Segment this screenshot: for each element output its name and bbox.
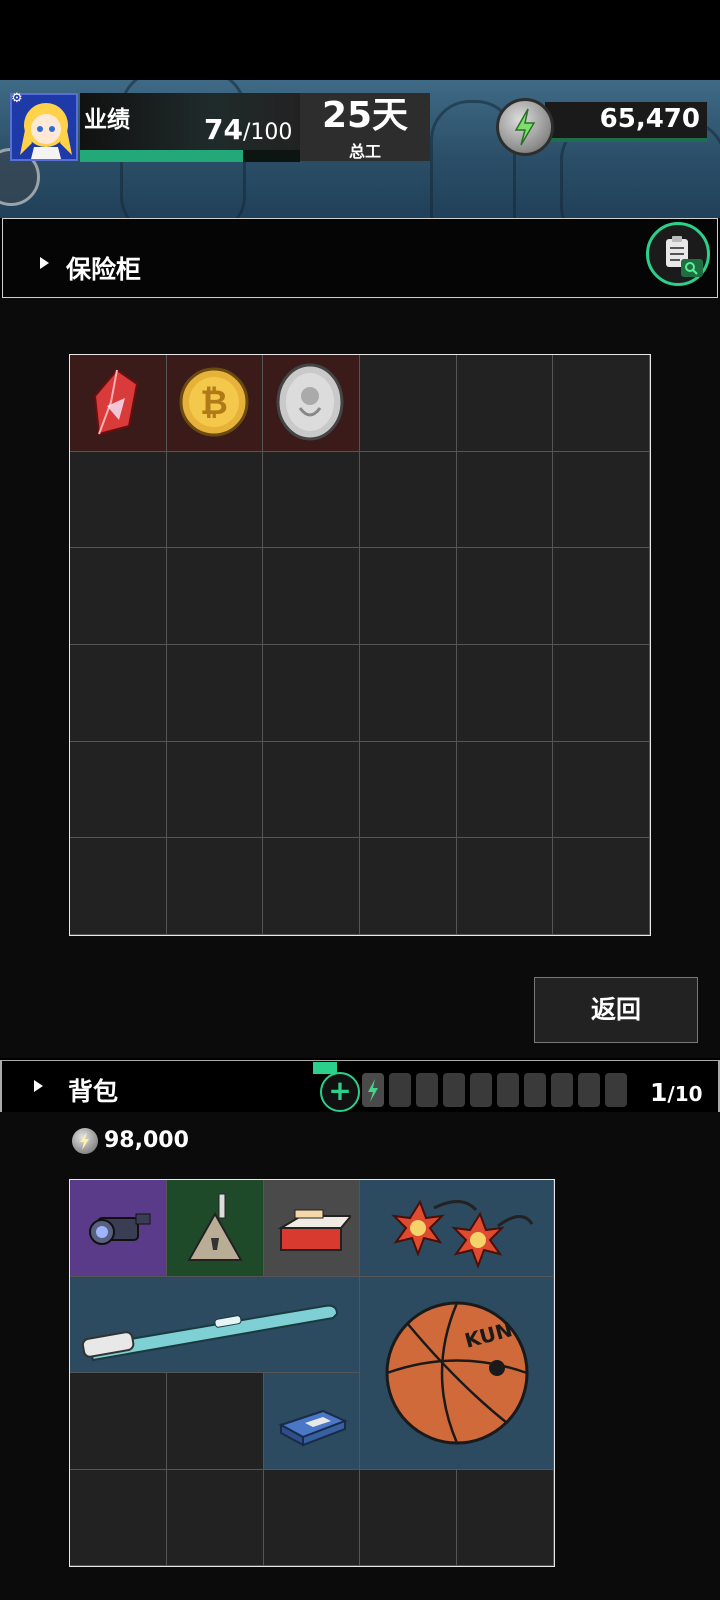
triangle-warning-item[interactable] bbox=[166, 1180, 264, 1277]
svg-text:₿: ₿ bbox=[200, 383, 228, 423]
days-value: 25天 bbox=[321, 95, 409, 136]
safe-slot[interactable] bbox=[359, 741, 457, 839]
energy-value: 65,470 bbox=[599, 104, 700, 134]
safe-slot[interactable] bbox=[263, 644, 360, 742]
battery-slot bbox=[605, 1073, 627, 1107]
red-gem-icon bbox=[77, 362, 157, 442]
safe-slot[interactable] bbox=[456, 644, 554, 742]
safe-slot[interactable] bbox=[456, 355, 554, 452]
bitcoin-coin-item[interactable]: ₿ bbox=[166, 355, 264, 452]
safe-title: 保险柜 bbox=[66, 255, 142, 284]
battery-card-icon bbox=[271, 1381, 351, 1461]
expand-triangle-icon bbox=[40, 257, 49, 269]
energy-bar bbox=[545, 138, 707, 142]
clipboard-search-icon[interactable] bbox=[646, 222, 710, 286]
safe-slot[interactable] bbox=[70, 548, 167, 645]
backpack-slot[interactable] bbox=[360, 1469, 458, 1566]
backpack-count: 1/10 bbox=[650, 1078, 703, 1107]
spiked-mace-item[interactable] bbox=[360, 1180, 554, 1277]
settings-gear-icon[interactable]: ⚙ bbox=[11, 92, 25, 106]
safe-slot[interactable] bbox=[456, 741, 554, 839]
backpack-grid: KUN bbox=[69, 1179, 555, 1567]
warning-triangle-icon bbox=[175, 1188, 255, 1268]
safe-slot[interactable] bbox=[263, 741, 360, 839]
return-button[interactable]: 返回 bbox=[534, 977, 698, 1043]
safe-slot[interactable] bbox=[553, 451, 650, 549]
safe-slot[interactable] bbox=[166, 838, 264, 935]
silver-coin-item[interactable] bbox=[263, 355, 360, 452]
safe-slot[interactable] bbox=[456, 838, 554, 935]
safe-slot[interactable] bbox=[359, 355, 457, 452]
safe-slot[interactable] bbox=[359, 451, 457, 549]
safe-slot[interactable] bbox=[359, 644, 457, 742]
backpack-slot[interactable] bbox=[166, 1469, 264, 1566]
safe-slot[interactable] bbox=[263, 838, 360, 935]
spiked-ball-icon bbox=[372, 1188, 542, 1268]
battery-card-item[interactable] bbox=[263, 1373, 361, 1470]
performance-bar-fill bbox=[80, 150, 243, 162]
battery-slot bbox=[551, 1073, 573, 1107]
red-crystal-item[interactable] bbox=[70, 355, 167, 452]
safe-slot[interactable] bbox=[456, 451, 554, 549]
expand-triangle-icon bbox=[34, 1080, 43, 1092]
battery-slot bbox=[416, 1073, 438, 1107]
status-bar-area bbox=[0, 0, 720, 80]
battery-slot bbox=[443, 1073, 465, 1107]
safe-slot[interactable] bbox=[553, 741, 650, 839]
backpack-slot[interactable] bbox=[70, 1469, 167, 1566]
backpack-slot[interactable] bbox=[457, 1469, 554, 1566]
safe-slot[interactable] bbox=[166, 451, 264, 549]
safe-slot[interactable] bbox=[166, 644, 264, 742]
electric-toothbrush-item[interactable] bbox=[70, 1276, 361, 1373]
battery-slot bbox=[389, 1073, 411, 1107]
lightning-coin-icon[interactable] bbox=[496, 98, 554, 156]
safe-slot[interactable] bbox=[263, 548, 360, 645]
backpack-title: 背包 bbox=[68, 1077, 119, 1106]
safe-slot[interactable] bbox=[166, 548, 264, 645]
performance-label: 业绩 bbox=[84, 107, 130, 133]
backpack-slot[interactable] bbox=[263, 1469, 361, 1566]
safe-slot[interactable] bbox=[70, 451, 167, 549]
money-value: 98,000 bbox=[104, 1128, 189, 1153]
safe-slot[interactable] bbox=[70, 838, 167, 935]
backpack-slot[interactable] bbox=[70, 1373, 167, 1470]
safe-grid: ₿ bbox=[69, 354, 651, 936]
performance-value: 74/100 bbox=[204, 113, 292, 146]
safe-slot[interactable] bbox=[359, 838, 457, 935]
performance-current: 74 bbox=[204, 113, 243, 146]
camera-scope-item[interactable] bbox=[70, 1180, 167, 1277]
safe-slot[interactable] bbox=[553, 644, 650, 742]
safe-slot[interactable] bbox=[359, 548, 457, 645]
toothbrush-icon bbox=[75, 1284, 355, 1364]
silver-bird-coin-icon bbox=[270, 362, 350, 442]
safe-slot[interactable] bbox=[70, 741, 167, 839]
lightning-coin-icon bbox=[72, 1128, 98, 1154]
add-slot-button[interactable]: + bbox=[320, 1072, 360, 1112]
battery-slot bbox=[578, 1073, 600, 1107]
cigarette-pack-item[interactable] bbox=[263, 1180, 361, 1277]
safe-slot[interactable] bbox=[166, 741, 264, 839]
scope-icon bbox=[78, 1188, 158, 1268]
safe-slot[interactable] bbox=[70, 644, 167, 742]
cigarette-pack-icon bbox=[271, 1188, 352, 1268]
battery-slot bbox=[524, 1073, 546, 1107]
safe-slot[interactable] bbox=[263, 451, 360, 549]
days-label: 总工 bbox=[348, 142, 381, 161]
count-max: /10 bbox=[667, 1082, 703, 1106]
safe-slot[interactable] bbox=[456, 548, 554, 645]
safe-slot[interactable] bbox=[553, 355, 650, 452]
battery-slot-filled-icon bbox=[362, 1073, 384, 1107]
battery-slot bbox=[470, 1073, 492, 1107]
basketball-item[interactable]: KUN bbox=[360, 1276, 554, 1470]
battery-slot bbox=[497, 1073, 519, 1107]
safe-slot[interactable] bbox=[553, 548, 650, 645]
basketball-icon: KUN bbox=[367, 1288, 547, 1458]
count-current: 1 bbox=[650, 1078, 668, 1107]
gold-bitcoin-icon: ₿ bbox=[174, 362, 254, 442]
performance-max: /100 bbox=[242, 120, 293, 145]
backpack-slot[interactable] bbox=[166, 1373, 264, 1470]
safe-slot[interactable] bbox=[553, 838, 650, 935]
